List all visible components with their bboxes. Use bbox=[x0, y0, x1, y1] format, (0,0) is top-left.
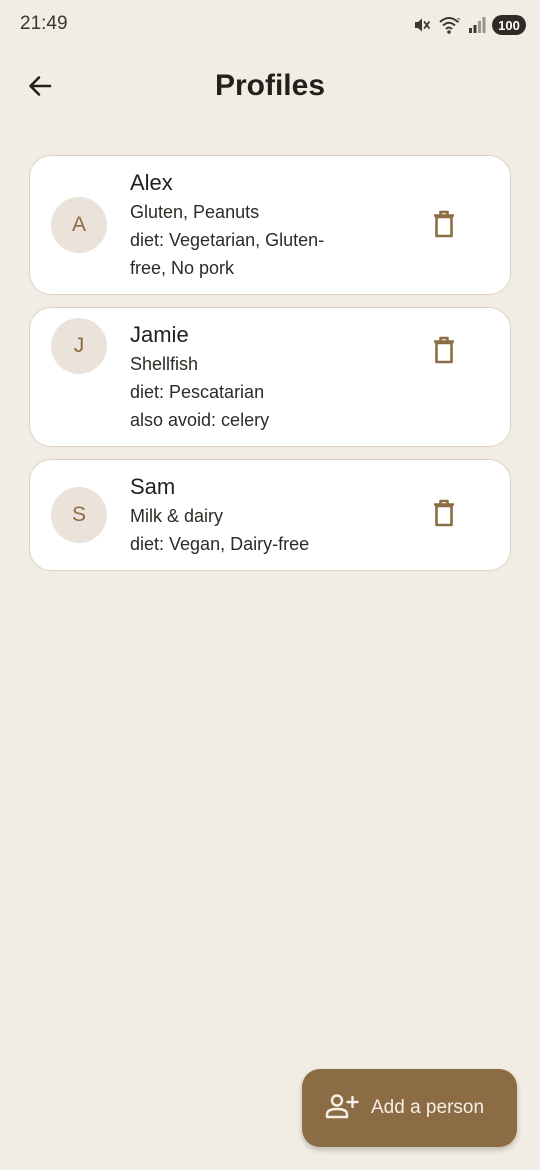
profile-allergens: Milk & dairy bbox=[130, 506, 224, 526]
profiles-screen: 21:49 ? 100 Profiles A Alex Gluten, Pean… bbox=[0, 0, 540, 1170]
avatar: J bbox=[51, 318, 107, 374]
status-bar: 21:49 ? 100 bbox=[0, 0, 540, 50]
delete-profile-button[interactable] bbox=[422, 493, 466, 537]
avatar: S bbox=[51, 487, 107, 543]
profile-details: Sam Milk & dairy diet: Vegan, Dairy-free bbox=[130, 472, 380, 558]
status-icons: ? 100 bbox=[412, 14, 526, 36]
profile-diet: diet: Vegan, Dairy-free bbox=[130, 534, 310, 554]
trash-icon bbox=[432, 336, 456, 369]
profile-diet-continued: free, No pork bbox=[130, 258, 235, 278]
avatar: A bbox=[51, 197, 107, 253]
svg-text:?: ? bbox=[457, 17, 461, 25]
battery-icon: 100 bbox=[492, 15, 526, 35]
profile-diet: diet: Pescatarian bbox=[130, 382, 265, 402]
profile-details: Alex Gluten, Peanuts diet: Vegetarian, G… bbox=[130, 168, 380, 282]
person-add-icon bbox=[325, 1093, 359, 1124]
profile-name: Alex bbox=[130, 170, 173, 195]
add-person-label: Add a person bbox=[371, 1097, 485, 1118]
mute-icon bbox=[412, 15, 432, 35]
status-time: 21:49 bbox=[20, 13, 68, 34]
profile-name: Jamie bbox=[130, 322, 189, 347]
trash-icon bbox=[432, 210, 456, 243]
page-title: Profiles bbox=[214, 69, 326, 102]
profile-name: Sam bbox=[130, 474, 176, 499]
top-app-bar: Profiles bbox=[0, 56, 540, 120]
signal-icon bbox=[468, 15, 486, 35]
profile-card-jamie[interactable]: J Jamie Shellfish diet: Pescatarian also… bbox=[29, 307, 511, 447]
profile-details: Jamie Shellfish diet: Pescatarian also a… bbox=[130, 320, 380, 434]
profile-allergens: Shellfish bbox=[130, 354, 199, 374]
delete-profile-button[interactable] bbox=[422, 330, 466, 374]
trash-icon bbox=[432, 499, 456, 532]
add-person-button[interactable]: Add a person bbox=[302, 1069, 517, 1147]
delete-profile-button[interactable] bbox=[422, 204, 466, 248]
profile-also-avoid: also avoid: celery bbox=[130, 410, 270, 430]
wifi-icon: ? bbox=[438, 15, 462, 35]
profile-allergens: Gluten, Peanuts bbox=[130, 202, 260, 222]
profile-card-sam[interactable]: S Sam Milk & dairy diet: Vegan, Dairy-fr… bbox=[29, 459, 511, 571]
profile-diet: diet: Vegetarian, Gluten- bbox=[130, 230, 325, 250]
profile-list: A Alex Gluten, Peanuts diet: Vegetarian,… bbox=[29, 155, 511, 571]
profile-card-alex[interactable]: A Alex Gluten, Peanuts diet: Vegetarian,… bbox=[29, 155, 511, 295]
